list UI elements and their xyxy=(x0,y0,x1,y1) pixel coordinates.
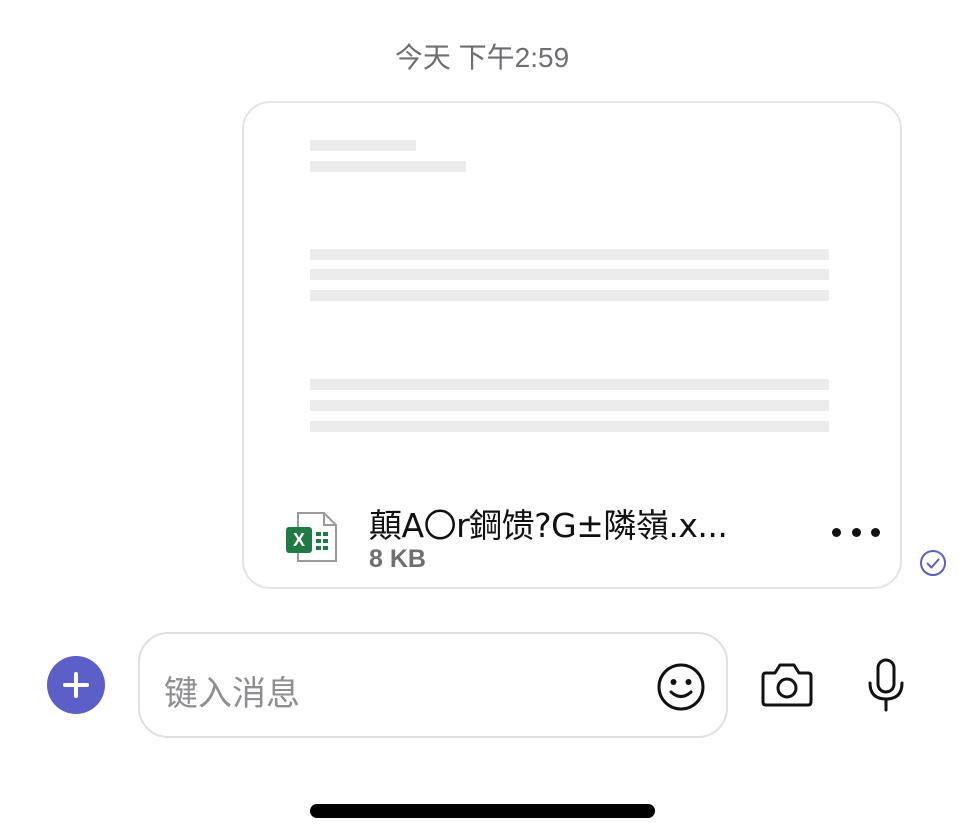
more-horizontal-icon xyxy=(851,527,861,537)
camera-button[interactable] xyxy=(760,660,814,710)
preview-line xyxy=(310,290,829,301)
preview-line xyxy=(310,249,829,260)
chat-screen: 今天 下午2:59 X 顛A〇r鋼馈?G±隣嶺.x... 8 KB 键入消息 xyxy=(0,0,964,837)
emoji-button[interactable] xyxy=(655,661,707,713)
microphone-button[interactable] xyxy=(865,657,907,713)
svg-text:X: X xyxy=(293,530,305,550)
camera-icon xyxy=(761,663,813,707)
add-button[interactable] xyxy=(47,656,105,714)
message-timestamp: 今天 下午2:59 xyxy=(394,42,570,73)
preview-line xyxy=(310,379,829,390)
emoji-icon xyxy=(657,663,705,711)
excel-icon: X xyxy=(284,509,340,565)
more-horizontal-icon xyxy=(832,527,841,537)
plus-icon xyxy=(63,672,89,698)
preview-line xyxy=(310,421,829,432)
message-input[interactable]: 键入消息 xyxy=(138,632,728,738)
file-size: 8 KB xyxy=(369,545,426,573)
home-indicator xyxy=(310,804,655,818)
file-attachment-card[interactable]: X 顛A〇r鋼馈?G±隣嶺.x... 8 KB xyxy=(242,101,902,589)
preview-line xyxy=(310,400,829,411)
microphone-icon xyxy=(868,658,904,712)
preview-line xyxy=(310,140,416,151)
more-options-button[interactable] xyxy=(832,517,880,547)
read-check-icon xyxy=(919,549,947,577)
preview-line xyxy=(310,161,466,172)
message-input-placeholder: 键入消息 xyxy=(164,675,300,713)
preview-line xyxy=(310,269,829,280)
file-name: 顛A〇r鋼馈?G±隣嶺.x... xyxy=(369,506,728,545)
more-horizontal-icon xyxy=(871,527,880,537)
file-info: X 顛A〇r鋼馈?G±隣嶺.x... 8 KB xyxy=(284,487,884,573)
